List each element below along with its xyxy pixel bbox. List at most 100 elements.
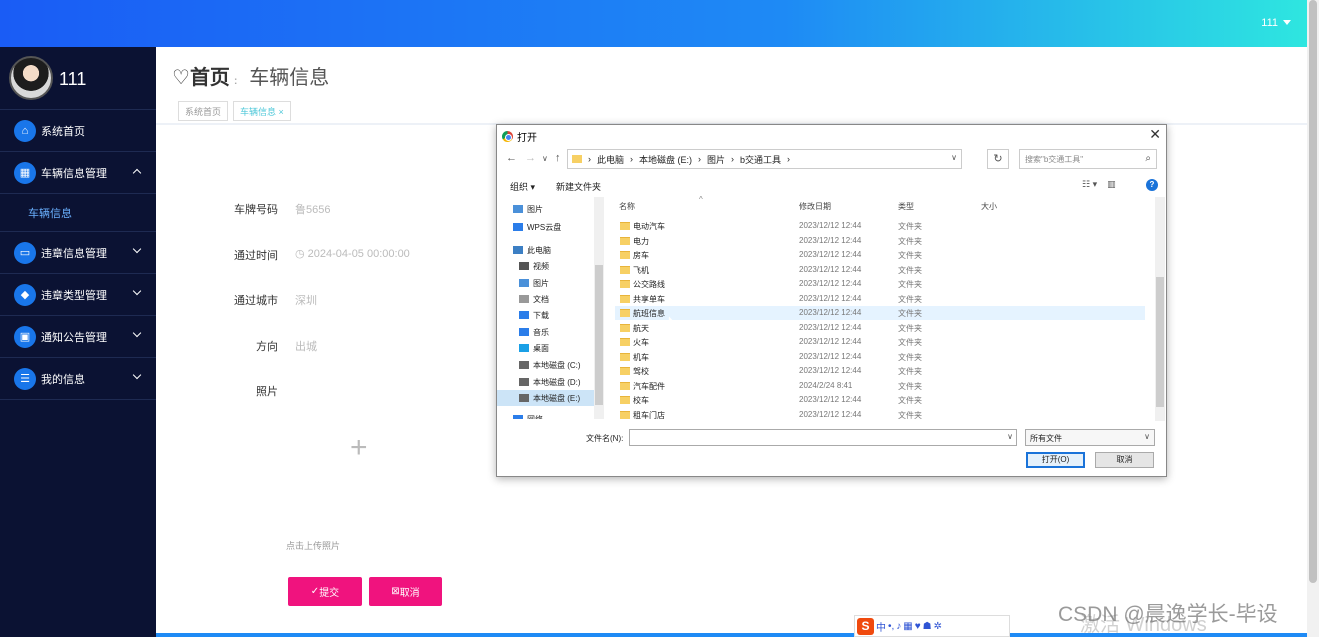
sidebar-item-home[interactable]: ⌂ 系统首页 bbox=[0, 110, 156, 152]
chevron-right-icon: › bbox=[698, 154, 702, 164]
help-icon[interactable]: ? bbox=[1146, 179, 1158, 191]
nav-item[interactable]: 桌面 bbox=[497, 340, 597, 356]
toolbox-icon[interactable]: ☗ bbox=[923, 621, 932, 632]
nav-item[interactable]: 视频 bbox=[497, 258, 597, 274]
column-date[interactable]: 修改日期 bbox=[799, 201, 831, 212]
music-icon bbox=[519, 328, 529, 336]
list-scrollbar[interactable] bbox=[1155, 197, 1165, 421]
ime-mode[interactable]: 中 bbox=[876, 619, 886, 634]
keyboard-icon[interactable]: ▦ bbox=[903, 621, 912, 632]
photo-upload[interactable]: + bbox=[286, 387, 436, 502]
forward-icon[interactable]: → bbox=[525, 152, 536, 164]
punctuation-icon[interactable]: •, bbox=[888, 621, 894, 632]
file-row[interactable]: 公交路线 2023/12/12 12:44 文件夹 bbox=[615, 277, 1145, 291]
view-options-icon[interactable]: ☷ ▾ ▥ bbox=[1082, 179, 1116, 190]
file-date: 2023/12/12 12:44 bbox=[799, 366, 862, 375]
sidebar-item-my-info[interactable]: ☰ 我的信息 bbox=[0, 358, 156, 400]
file-row[interactable]: 飞机 2023/12/12 12:44 文件夹 bbox=[615, 263, 1145, 277]
ime-toolbar[interactable]: S 中 •, ♪ ▦ ♥ ☗ ✲ bbox=[854, 615, 1010, 637]
list-scrollbar-thumb[interactable] bbox=[1156, 277, 1164, 407]
refresh-button[interactable]: ↻ bbox=[987, 149, 1009, 169]
tag-icon: ◆ bbox=[14, 283, 36, 306]
skin-icon[interactable]: ♥ bbox=[915, 621, 921, 632]
city-input[interactable]: 深圳 bbox=[295, 292, 317, 308]
column-name[interactable]: 名称 bbox=[619, 201, 635, 212]
open-button[interactable]: 打开(O) bbox=[1026, 452, 1085, 468]
organize-menu[interactable]: 组织 ▾ bbox=[510, 180, 535, 193]
plus-icon: + bbox=[350, 431, 368, 464]
nav-item[interactable]: 音乐 bbox=[497, 324, 597, 340]
column-type[interactable]: 类型 bbox=[898, 201, 914, 212]
breadcrumb-item[interactable]: b交通工具 bbox=[740, 153, 781, 166]
scrollbar-thumb[interactable] bbox=[1309, 0, 1317, 583]
user-menu[interactable]: 111 bbox=[1261, 17, 1291, 29]
back-icon[interactable]: ← bbox=[506, 152, 517, 164]
file-row[interactable]: 火车 2023/12/12 12:44 文件夹 bbox=[615, 335, 1145, 349]
nav-item[interactable]: 网络 bbox=[497, 411, 597, 419]
nav-item[interactable]: WPS云盘 bbox=[497, 219, 597, 235]
recent-icon[interactable]: ∨ bbox=[542, 154, 548, 163]
file-type: 文件夹 bbox=[898, 222, 922, 231]
sidebar-subitem-vehicle-info[interactable]: 车辆信息 bbox=[0, 194, 156, 232]
submit-button[interactable]: ✓ 提交 bbox=[288, 577, 362, 606]
file-type: 文件夹 bbox=[898, 251, 922, 260]
file-row[interactable]: 电力 2023/12/12 12:44 文件夹 bbox=[615, 234, 1145, 248]
search-input[interactable]: 搜索"b交通工具" ⌕ bbox=[1019, 149, 1157, 169]
file-name: 驾校 bbox=[633, 367, 649, 376]
breadcrumb-home[interactable]: 首页 bbox=[190, 67, 230, 89]
nav-item[interactable]: 文档 bbox=[497, 291, 597, 307]
address-bar[interactable]: › 此电脑 › 本地磁盘 (E:) › 图片 › b交通工具 › ∨ bbox=[567, 149, 962, 169]
nav-item[interactable]: 本地磁盘 (E:) bbox=[497, 390, 597, 406]
file-row[interactable]: 航班信息 2023/12/12 12:44 文件夹 bbox=[615, 306, 1145, 320]
file-date: 2023/12/12 12:44 bbox=[799, 409, 862, 419]
sidebar-item-violation-management[interactable]: ▭ 违章信息管理 bbox=[0, 232, 156, 274]
file-row[interactable]: 机车 2023/12/12 12:44 文件夹 bbox=[615, 350, 1145, 364]
close-icon[interactable]: ✕ bbox=[1149, 126, 1161, 143]
cancel-button[interactable]: ⊠ 取消 bbox=[369, 577, 442, 606]
file-row[interactable]: 汽车配件 2024/2/24 8:41 文件夹 bbox=[615, 379, 1145, 393]
sidebar-item-label: 通知公告管理 bbox=[41, 331, 107, 344]
nav-scrollbar-thumb[interactable] bbox=[595, 265, 603, 405]
breadcrumb-item[interactable]: 此电脑 bbox=[597, 153, 624, 166]
file-row[interactable]: 房车 2023/12/12 12:44 文件夹 bbox=[615, 248, 1145, 262]
filename-input[interactable]: ∨ bbox=[629, 429, 1017, 446]
settings-icon[interactable]: ✲ bbox=[934, 621, 942, 632]
nav-item[interactable]: 下载 bbox=[497, 307, 597, 323]
file-row[interactable]: 航天 2023/12/12 12:44 文件夹 bbox=[615, 321, 1145, 335]
breadcrumb-item[interactable]: 图片 bbox=[707, 153, 725, 166]
chevron-down-icon[interactable]: ∨ bbox=[1007, 432, 1013, 441]
sidebar-item-vehicle-management[interactable]: ▦ 车辆信息管理 bbox=[0, 152, 156, 194]
new-folder-button[interactable]: 新建文件夹 bbox=[556, 180, 601, 193]
up-icon[interactable]: ↑ bbox=[555, 152, 561, 164]
file-row[interactable]: 校车 2023/12/12 12:44 文件夹 bbox=[615, 393, 1145, 407]
filetype-select[interactable]: 所有文件 ∨ bbox=[1025, 429, 1155, 446]
dialog-cancel-button[interactable]: 取消 bbox=[1095, 452, 1154, 468]
chevron-down-icon[interactable]: ∨ bbox=[951, 153, 957, 162]
breadcrumb-item[interactable]: 本地磁盘 (E:) bbox=[639, 153, 692, 166]
direction-input[interactable]: 出城 bbox=[295, 338, 317, 354]
nav-item[interactable]: 图片 bbox=[497, 201, 597, 217]
nav-item[interactable]: 本地磁盘 (C:) bbox=[497, 357, 597, 373]
plate-input[interactable]: 鲁5656 bbox=[295, 201, 330, 217]
file-row[interactable]: 共享单车 2023/12/12 12:44 文件夹 bbox=[615, 292, 1145, 306]
column-size[interactable]: 大小 bbox=[981, 201, 997, 212]
sidebar-item-notice-management[interactable]: ▣ 通知公告管理 bbox=[0, 316, 156, 358]
chevron-up-icon bbox=[132, 168, 142, 178]
nav-item-label: 本地磁盘 (C:) bbox=[533, 360, 581, 370]
clock-icon: ◷ bbox=[295, 248, 308, 260]
file-row[interactable]: 租车门店 2023/12/12 12:44 文件夹 bbox=[615, 408, 1145, 422]
file-row[interactable]: 电动汽车 2023/12/12 12:44 文件夹 bbox=[615, 219, 1145, 233]
file-row[interactable]: 驾校 2023/12/12 12:44 文件夹 bbox=[615, 364, 1145, 378]
tag-home[interactable]: 系统首页 bbox=[178, 101, 229, 121]
nav-item[interactable]: 本地磁盘 (D:) bbox=[497, 374, 597, 390]
nav-item[interactable]: 此电脑 bbox=[497, 242, 597, 258]
sidebar-item-violation-type-management[interactable]: ◆ 违章类型管理 bbox=[0, 274, 156, 316]
nav-item[interactable]: 图片 bbox=[497, 275, 597, 291]
caret-down-icon bbox=[1283, 20, 1291, 25]
microphone-icon[interactable]: ♪ bbox=[896, 621, 901, 632]
filetype-value: 所有文件 bbox=[1030, 434, 1062, 443]
nav-scrollbar[interactable] bbox=[594, 197, 604, 419]
tag-vehicle-info[interactable]: 车辆信息 × bbox=[233, 101, 291, 121]
page-scrollbar[interactable] bbox=[1307, 0, 1319, 637]
time-input[interactable]: ◷ 2024-04-05 00:00:00 bbox=[295, 247, 410, 260]
